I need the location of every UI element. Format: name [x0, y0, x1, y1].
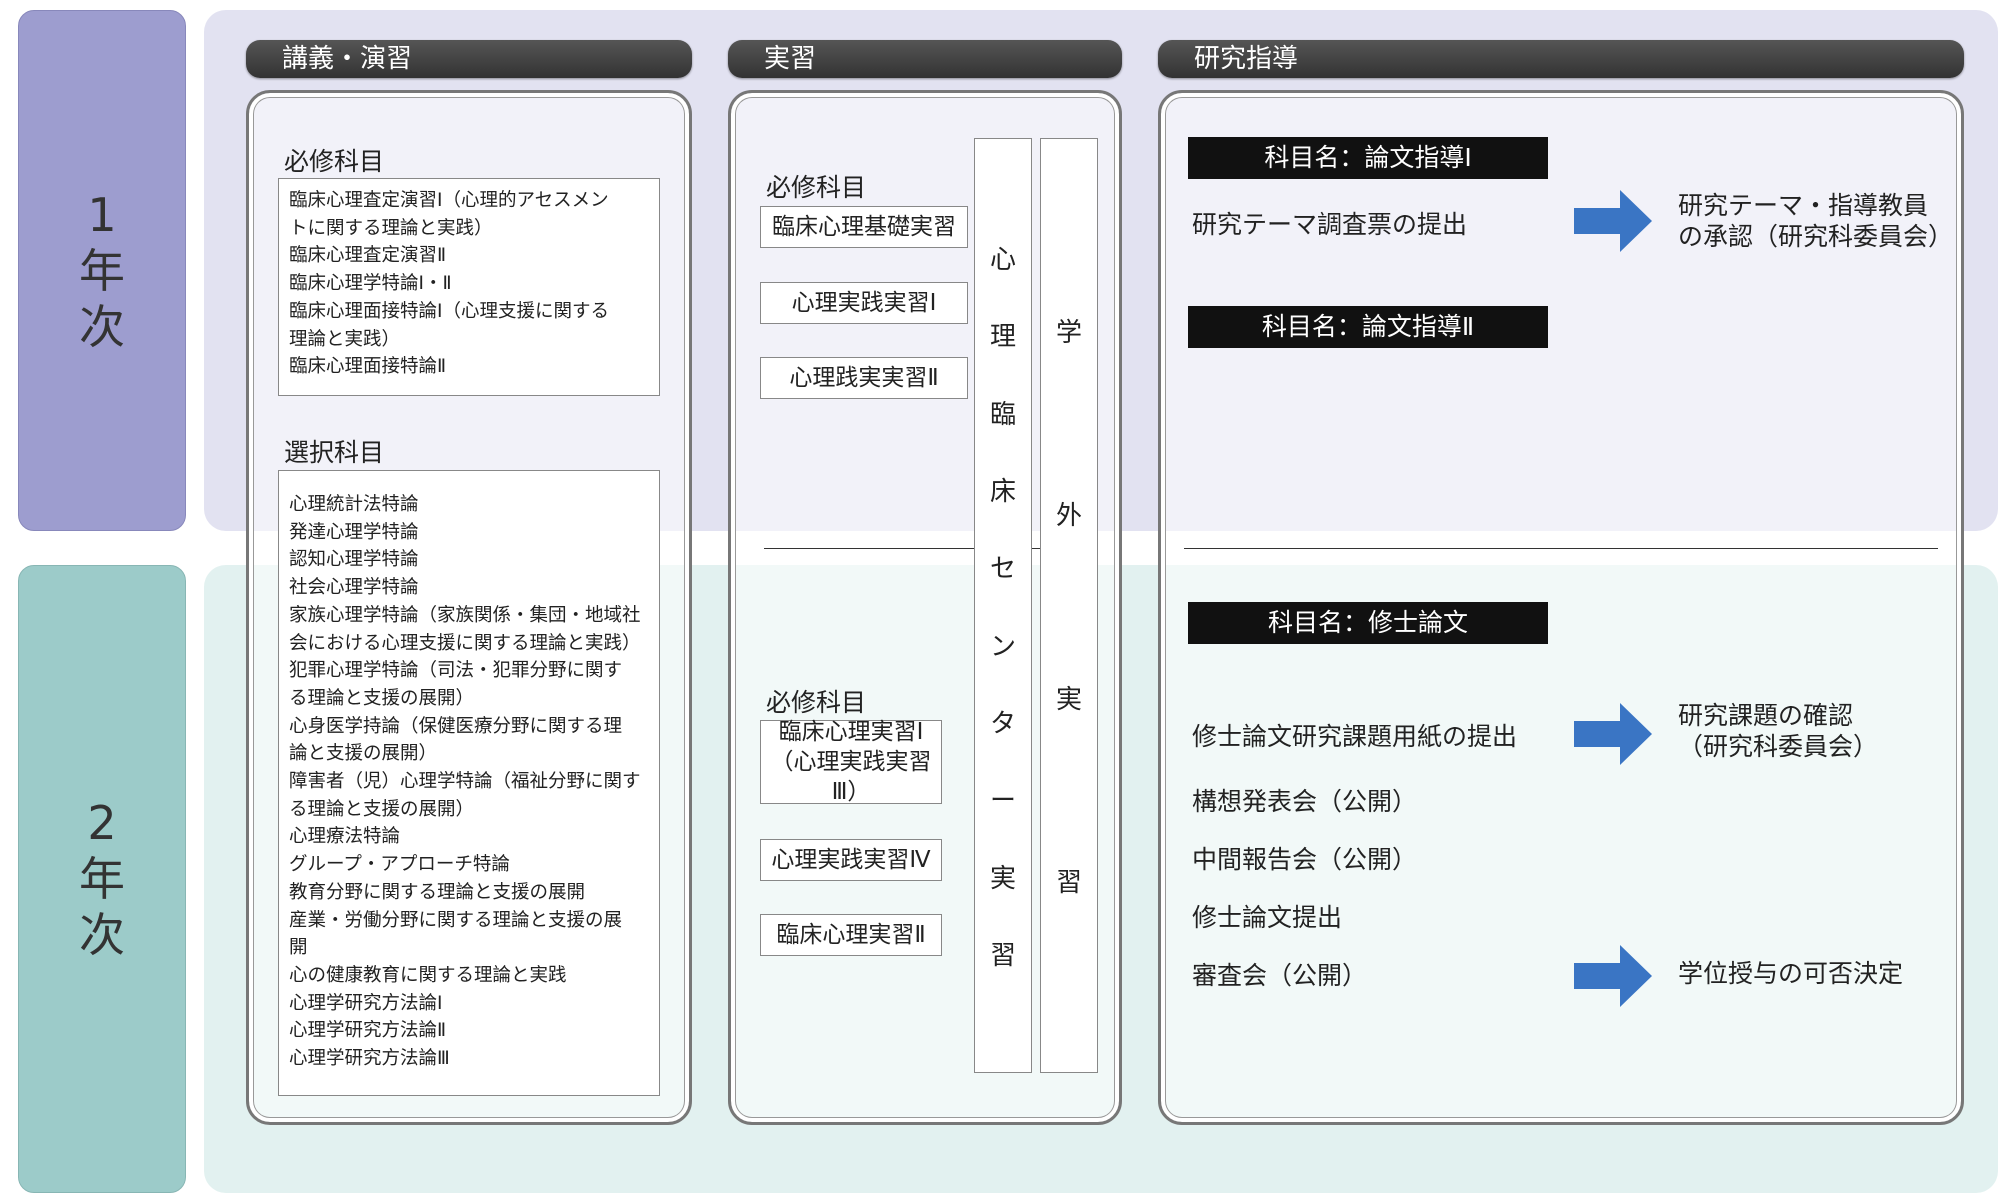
list-item: る理論と支援の展開） — [289, 798, 475, 820]
list-item: 心理学研究方法論Ⅲ — [289, 1048, 450, 1070]
right-arrow-icon — [1574, 190, 1652, 252]
step-thesis-submission: 修士論文提出 — [1192, 903, 1343, 932]
list-item: 教育分野に関する理論と支援の展開 — [289, 881, 586, 903]
list-item: 心身医学持論（保健医療分野に関する理 — [289, 715, 623, 737]
list-item: 認知心理学特論 — [289, 549, 419, 571]
practicum-item-clinical1: 臨床心理実習Ⅰ （心理実践実習Ⅲ） — [760, 719, 942, 805]
result-theme-line2: の承認（研究科委員会） — [1678, 222, 1954, 251]
vchar: 心 — [989, 245, 1016, 276]
vchar: セ — [989, 554, 1016, 585]
step-plan-presentation: 構想発表会（公開） — [1192, 787, 1418, 816]
year2-num: 2 — [87, 796, 117, 850]
header-practicum: 実習 — [728, 40, 1122, 78]
thesis-guidance-2-label: 科目名：論文指導Ⅱ — [1188, 306, 1548, 348]
year2-char-b: 次 — [79, 908, 125, 962]
list-item: 心理療法特論 — [289, 826, 401, 848]
year1-char-a: 年 — [79, 243, 125, 298]
list-item: 心理統計法特論 — [289, 494, 419, 515]
list-item: 心理学研究方法論Ⅰ — [289, 992, 443, 1014]
list-item: トに関する理論と実践） — [289, 217, 493, 239]
vchar: ン — [989, 631, 1016, 662]
list-item: 会における心理支援に関する理論と実践） — [289, 632, 641, 654]
practicum-item-clinical1-line2: （心理実践実習Ⅲ） — [770, 749, 932, 805]
vchar: 習 — [989, 940, 1016, 971]
practicum-item-clinical2: 臨床心理実習Ⅱ — [760, 914, 942, 956]
practicum-y1-required-label: 必修科目 — [766, 173, 867, 202]
practicum-item-clinical1-line1: 臨床心理実習Ⅰ — [778, 719, 924, 745]
practicum-center-vertical: 心 理 臨 床 セ ン タ ー 実 習 — [974, 138, 1032, 1073]
list-item: 家族心理学特論（家族関係・集団・地域社 — [289, 604, 641, 626]
practicum-y2-required-label: 必修科目 — [766, 688, 867, 717]
vchar: 臨 — [989, 399, 1016, 430]
research-year-divider — [1184, 548, 1938, 549]
result-topic-line2: （研究科委員会） — [1678, 732, 1879, 761]
result-theme-approval: 研究テーマ・指導教員 の承認（研究科委員会） — [1678, 190, 1953, 252]
vchar: 理 — [989, 322, 1016, 353]
vchar: タ — [989, 708, 1016, 739]
vchar: 学 — [1055, 318, 1082, 349]
list-item: 臨床心理学特論Ⅰ・Ⅱ — [289, 273, 452, 295]
lectures-required-list: 臨床心理査定演習Ⅰ（心理的アセスメン トに関する理論と実践） 臨床心理査定演習Ⅱ… — [278, 178, 660, 396]
result-degree-decision: 学位授与の可否決定 — [1678, 959, 1904, 988]
list-item: 心理学研究方法論Ⅱ — [289, 1020, 447, 1042]
header-lectures: 講義・演習 — [246, 40, 692, 78]
list-item: グループ・アプローチ特論 — [289, 854, 510, 876]
step-theme-survey: 研究テーマ調査票の提出 — [1192, 210, 1468, 239]
practicum-item-practice1: 心理実践実習Ⅰ — [760, 282, 968, 324]
list-item: 産業・労働分野に関する理論と支援の展 — [289, 909, 623, 931]
lectures-required-label: 必修科目 — [284, 147, 385, 176]
list-item: 臨床心理面接特論Ⅱ — [289, 356, 447, 378]
vchar: 習 — [1055, 867, 1082, 898]
thesis-guidance-1-label: 科目名：論文指導Ⅰ — [1188, 137, 1548, 179]
lectures-elective-label: 選択科目 — [284, 438, 385, 467]
list-item: 臨床心理面接特論Ⅰ（心理支援に関する — [289, 300, 609, 322]
vchar: 外 — [1055, 501, 1082, 532]
vchar: 床 — [989, 477, 1016, 508]
step-topic-submission: 修士論文研究課題用紙の提出 — [1192, 722, 1518, 751]
header-research: 研究指導 — [1158, 40, 1964, 78]
step-review-meeting: 審査会（公開） — [1192, 961, 1368, 990]
result-theme-line1: 研究テーマ・指導教員 — [1678, 191, 1929, 220]
lectures-elective-list: 心理統計法特論 発達心理学特論 認知心理学特論 社会心理学特論 家族心理学特論（… — [278, 470, 660, 1096]
year2-char-a: 年 — [79, 852, 125, 906]
result-topic-line1: 研究課題の確認 — [1678, 701, 1854, 730]
list-item: る理論と支援の展開） — [289, 687, 475, 709]
year1-tab: 1 年 次 — [18, 10, 186, 531]
practicum-external-vertical: 学 外 実 習 — [1040, 138, 1098, 1073]
year1-num: 1 — [87, 187, 117, 242]
right-arrow-icon — [1574, 703, 1652, 765]
list-item: 心の健康教育に関する理論と実践 — [289, 964, 567, 986]
vchar: 実 — [989, 863, 1016, 894]
step-interim-report: 中間報告会（公開） — [1192, 845, 1418, 874]
list-item: 臨床心理査定演習Ⅰ（心理的アセスメン — [289, 190, 609, 211]
practicum-item-practice4: 心理実践実習Ⅳ — [760, 839, 942, 881]
list-item: 開 — [289, 937, 308, 959]
practicum-item-practice2: 心理践実実習Ⅱ — [760, 357, 968, 399]
list-item: 社会心理学特論 — [289, 577, 419, 599]
year1-char-b: 次 — [79, 299, 125, 354]
vchar: 実 — [1055, 684, 1082, 715]
practicum-item-basic: 臨床心理基礎実習 — [760, 206, 968, 248]
list-item: 犯罪心理学特論（司法・犯罪分野に関す — [289, 660, 623, 682]
master-thesis-label: 科目名：修士論文 — [1188, 602, 1548, 644]
list-item: 論と支援の展開） — [289, 743, 438, 765]
right-arrow-icon — [1574, 945, 1652, 1007]
list-item: 臨床心理査定演習Ⅱ — [289, 245, 447, 267]
list-item: 発達心理学特論 — [289, 521, 419, 543]
vchar: ー — [989, 786, 1016, 817]
list-item: 理論と実践） — [289, 328, 401, 350]
list-item: 障害者（児）心理学特論（福祉分野に関す — [289, 771, 641, 793]
result-topic-confirmation: 研究課題の確認 （研究科委員会） — [1678, 700, 1878, 762]
year2-tab: 2 年 次 — [18, 565, 186, 1193]
